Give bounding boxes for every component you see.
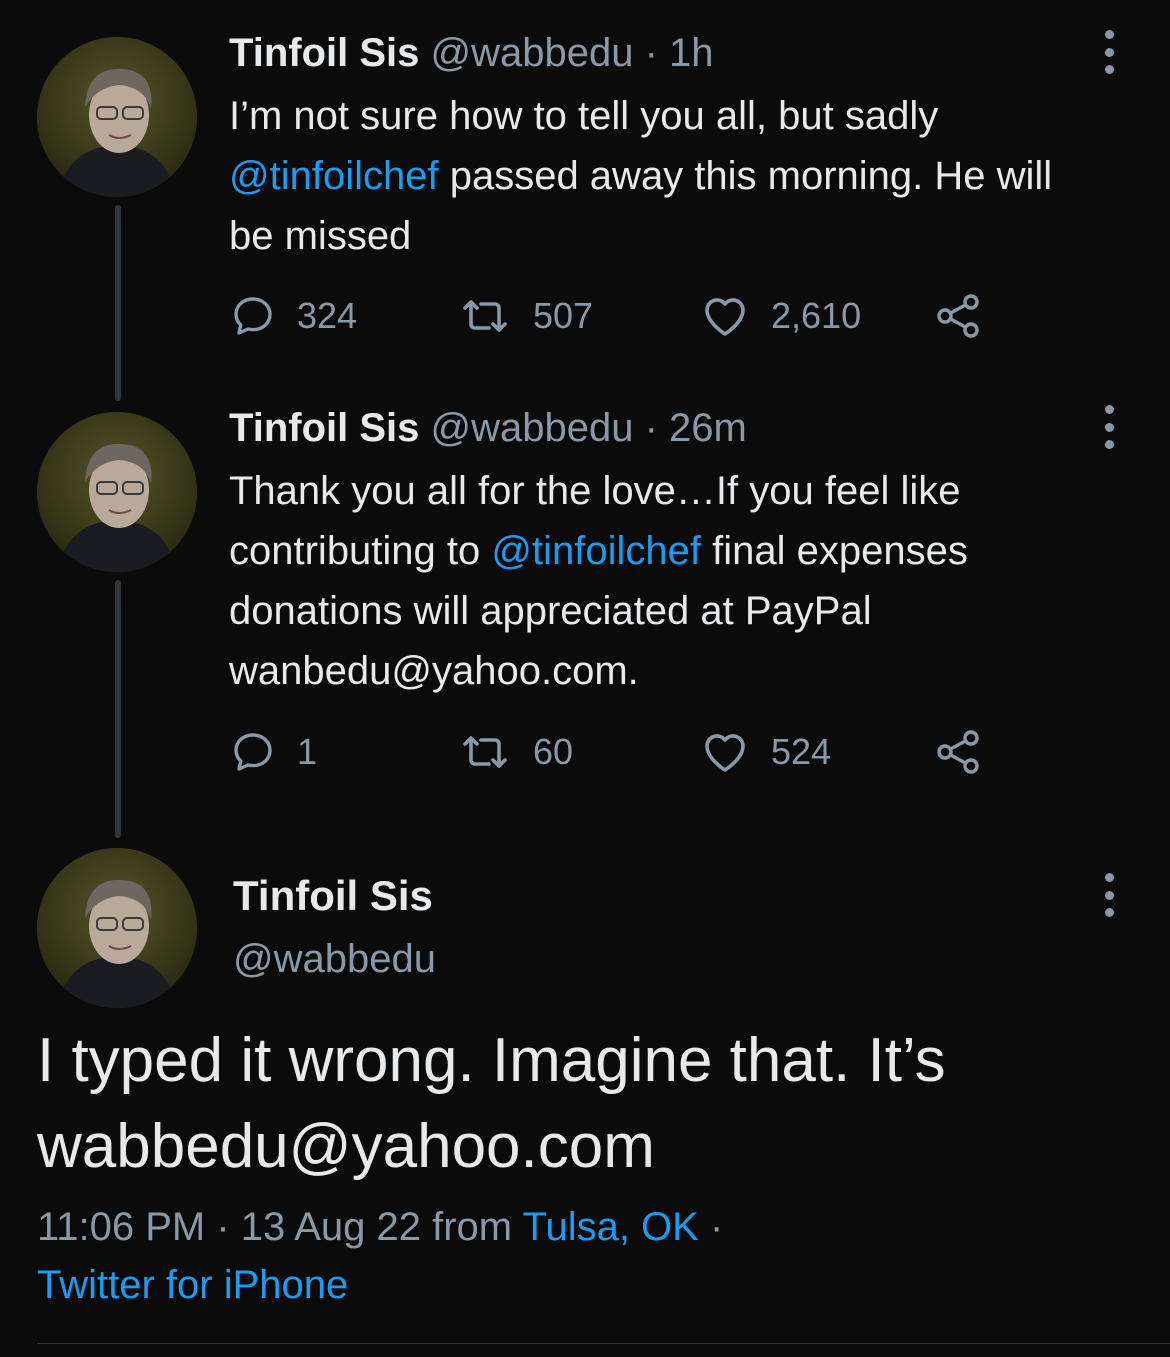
thread-connector [115,580,121,838]
tweet-text-part: I’m not sure how to tell you all, but sa… [229,94,939,138]
separator: · [633,31,670,75]
timestamp[interactable]: 1h [669,31,714,75]
like-count: 524 [771,731,832,772]
divider [37,1343,1170,1344]
like-count: 2,610 [771,295,862,336]
from-label: from [420,1205,523,1249]
timestamp[interactable]: 26m [669,406,747,450]
like-button[interactable]: 524 [699,728,831,776]
separator: · [698,1205,724,1249]
retweet-icon [463,300,507,332]
share-icon [937,730,979,774]
avatar[interactable] [37,37,197,197]
reply-count: 1 [297,731,318,772]
thread-connector [115,205,121,401]
reply-button[interactable]: 1 [229,728,317,776]
more-options-icon[interactable] [1097,30,1121,74]
like-icon [705,298,745,336]
more-options-icon[interactable] [1097,873,1121,917]
source-link[interactable]: Twitter for iPhone [37,1263,348,1307]
tweet-header: Tinfoil Sis @wabbedu · 1h [229,28,1099,78]
like-icon [705,734,745,772]
tweet-text: Thank you all for the love…If you feel l… [229,461,1099,701]
tweet-actions: 1 60 524 [229,728,999,776]
separator: · [633,406,670,450]
tweet-text: I’m not sure how to tell you all, but sa… [229,86,1099,266]
reply-icon [234,733,272,771]
tweet-time[interactable]: 11:06 PM [37,1205,205,1249]
main-tweet-text: I typed it wrong. Imagine that. It’s wab… [37,1026,946,1181]
share-icon [937,294,979,338]
retweet-count: 60 [533,731,574,772]
retweet-icon [463,736,507,768]
avatar[interactable] [37,412,197,572]
handle[interactable]: @wabbedu [233,937,436,982]
reply-button[interactable]: 324 [229,292,357,340]
display-name[interactable]: Tinfoil Sis [229,31,419,75]
retweet-button[interactable]: 507 [457,292,593,340]
separator: · [205,1205,241,1249]
avatar[interactable] [37,848,197,1008]
mention-link[interactable]: @tinfoilchef [491,529,701,573]
handle[interactable]: @wabbedu [431,31,634,75]
retweet-count: 507 [533,295,594,336]
share-button[interactable] [935,728,983,776]
handle[interactable]: @wabbedu [431,406,634,450]
reply-count: 324 [297,295,358,336]
tweet-header: Tinfoil Sis @wabbedu · 26m [229,403,1099,453]
reply-icon [234,297,272,335]
more-options-icon[interactable] [1097,405,1121,449]
tweet-meta: 11:06 PM · 13 Aug 22 from Tulsa, OK · Tw… [37,1198,1137,1314]
like-button[interactable]: 2,610 [699,292,861,340]
tweet-date[interactable]: 13 Aug 22 [241,1205,421,1249]
thread-tweet[interactable]: Tinfoil Sis @wabbedu · 26m Thank you all… [229,403,1099,701]
retweet-button[interactable]: 60 [457,728,573,776]
thread-tweet[interactable]: Tinfoil Sis @wabbedu · 1h I’m not sure h… [229,28,1099,266]
location-link[interactable]: Tulsa, OK [523,1205,699,1249]
display-name[interactable]: Tinfoil Sis [229,406,419,450]
display-name[interactable]: Tinfoil Sis [233,872,433,920]
mention-link[interactable]: @tinfoilchef [229,154,439,198]
tweet-actions: 324 507 2,610 [229,292,999,340]
share-button[interactable] [935,292,983,340]
